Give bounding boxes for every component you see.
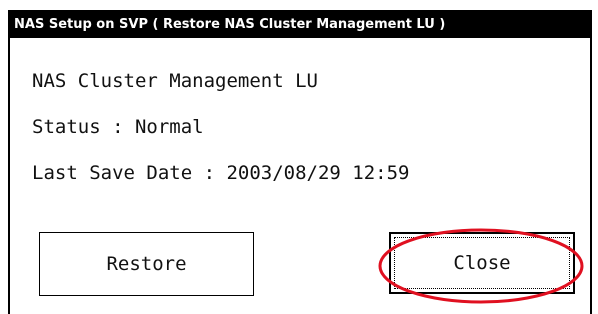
restore-button[interactable]: Restore [39, 232, 254, 296]
dialog-title: NAS Setup on SVP ( Restore NAS Cluster M… [10, 12, 590, 38]
status-text: Status : Normal [32, 116, 204, 138]
restore-dialog: NAS Setup on SVP ( Restore NAS Cluster M… [8, 10, 592, 314]
last-save-date: Last Save Date : 2003/08/29 12:59 [32, 162, 410, 184]
lu-name-label: NAS Cluster Management LU [32, 70, 318, 92]
close-button[interactable]: Close [389, 232, 575, 294]
close-button-label: Close [453, 252, 511, 274]
